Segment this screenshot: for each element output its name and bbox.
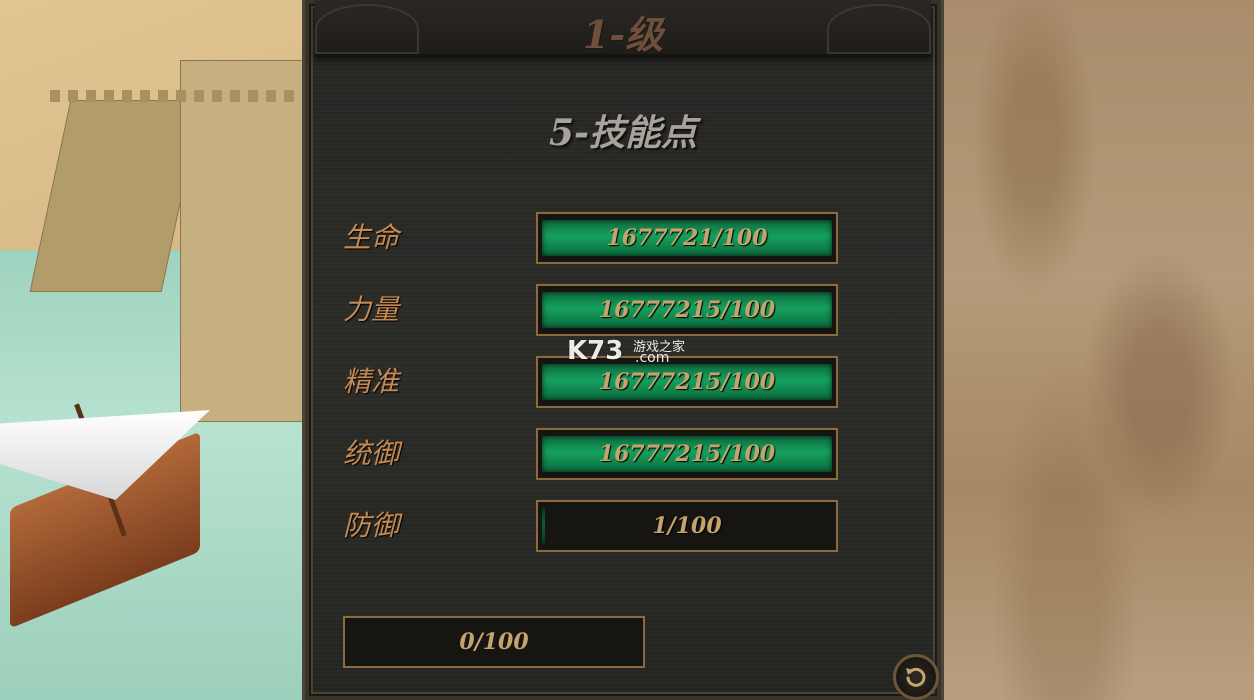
stat-label-health: 生命 bbox=[343, 221, 400, 254]
stat-bar-defense[interactable]: 1/100 bbox=[536, 500, 838, 552]
stat-value-defense: 1/100 bbox=[652, 513, 722, 539]
unallocated-points-box: 0/100 bbox=[343, 616, 645, 668]
stat-label-accuracy: 精准 bbox=[343, 365, 400, 398]
stat-value-leadership: 16777215/100 bbox=[598, 441, 776, 467]
reset-button[interactable] bbox=[893, 654, 939, 700]
site-watermark: K73 游戏之家 .com bbox=[567, 336, 707, 370]
panel-header: 1-级 bbox=[315, 0, 931, 57]
stat-bar-leadership[interactable]: 16777215/100 bbox=[536, 428, 838, 480]
character-stats-panel: 1-级 5-技能点 生命 1677721/100 力量 16777215/100… bbox=[302, 0, 944, 700]
game-screen: 1-级 5-技能点 生命 1677721/100 力量 16777215/100… bbox=[0, 0, 1254, 700]
skill-points-title: 5-技能点 bbox=[549, 112, 697, 154]
stat-value-health: 1677721/100 bbox=[606, 225, 768, 251]
level-title: 1-级 bbox=[582, 12, 664, 57]
watermark-domain: .com bbox=[635, 350, 670, 366]
stat-label-strength: 力量 bbox=[343, 293, 400, 326]
watermark-brand: K73 bbox=[567, 336, 624, 366]
castle-battlement bbox=[50, 90, 300, 102]
castle-keep bbox=[180, 60, 304, 422]
rotate-ccw-icon bbox=[906, 667, 926, 687]
stat-label-defense: 防御 bbox=[343, 509, 400, 542]
stat-label-leadership: 统御 bbox=[343, 437, 400, 470]
stat-bar-health[interactable]: 1677721/100 bbox=[536, 212, 838, 264]
stat-value-strength: 16777215/100 bbox=[598, 297, 776, 323]
unallocated-points-value: 0/100 bbox=[459, 629, 529, 655]
stat-bar-strength[interactable]: 16777215/100 bbox=[536, 284, 838, 336]
desert-background-right bbox=[940, 0, 1254, 700]
